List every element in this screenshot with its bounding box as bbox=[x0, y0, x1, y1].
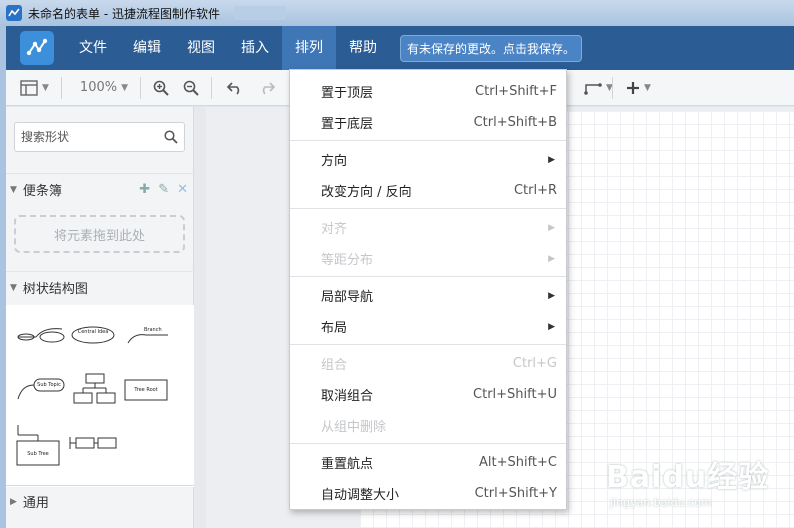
menu-item-remove-from-group: 从组中删除 bbox=[321, 420, 387, 435]
menu-separator bbox=[290, 208, 566, 209]
shape-label: Central Idea bbox=[77, 329, 109, 335]
plus-icon bbox=[627, 82, 639, 94]
zoom-in-icon bbox=[153, 80, 169, 96]
menu-item-reverse[interactable]: 改变方向 / 反向 Ctrl+R bbox=[290, 175, 566, 206]
panel-toggle-button[interactable]: ▼ bbox=[20, 74, 49, 102]
shape-label: Tree Root bbox=[134, 387, 158, 393]
menu-separator bbox=[290, 140, 566, 141]
shape-org-tree[interactable] bbox=[72, 373, 116, 409]
menu-separator bbox=[290, 276, 566, 277]
collapse-triangle-icon: ▶ bbox=[10, 496, 17, 507]
menu-view[interactable]: 视图 bbox=[174, 26, 228, 70]
menu-file[interactable]: 文件 bbox=[66, 26, 120, 70]
shape-label: Sub Tree bbox=[27, 451, 49, 457]
menu-item-layout[interactable]: 布局 ▶ bbox=[290, 311, 566, 342]
shape-mindmap-node[interactable] bbox=[16, 325, 66, 349]
toolbar-divider bbox=[211, 76, 213, 99]
general-panel-title: 通用 bbox=[22, 496, 49, 511]
zoom-select[interactable]: 100% ▼ bbox=[80, 74, 128, 102]
menu-item-autosize[interactable]: 自动调整大小 Ctrl+Shift+Y bbox=[290, 478, 566, 509]
tree-panel-title: 树状结构图 bbox=[22, 282, 88, 297]
shape-horizontal-tree[interactable] bbox=[68, 433, 118, 457]
redo-button[interactable] bbox=[258, 74, 276, 102]
arrange-menu: 置于顶层 Ctrl+Shift+F 置于底层 Ctrl+Shift+B 方向 ▶… bbox=[289, 69, 567, 510]
scratchpad-drop-zone[interactable]: 将元素拖到此处 bbox=[14, 215, 185, 253]
scratchpad-title: 便条簿 bbox=[22, 184, 62, 199]
menu-insert[interactable]: 插入 bbox=[228, 26, 282, 70]
general-panel-header[interactable]: ▶ 通用 bbox=[6, 485, 194, 517]
submenu-arrow-icon: ▶ bbox=[548, 154, 555, 165]
menu-item-distribute: 等距分布 ▶ bbox=[321, 253, 555, 268]
shape-label: Sub Topic bbox=[37, 382, 61, 388]
shape-sub-tree[interactable]: Sub Tree bbox=[16, 423, 60, 471]
menu-item-align: 对齐 ▶ bbox=[321, 222, 555, 237]
menu-item-direction[interactable]: 方向 ▶ bbox=[290, 144, 566, 175]
search-icon[interactable] bbox=[164, 130, 178, 144]
zoom-out-icon bbox=[183, 80, 199, 96]
watermark-url: jingyan.baidu.com bbox=[610, 496, 712, 509]
shape-search-input[interactable] bbox=[21, 130, 161, 144]
title-blur bbox=[233, 6, 286, 20]
menu-arrange[interactable]: 排列 bbox=[282, 26, 336, 70]
watermark-logo-text: Baidu经验 bbox=[606, 460, 770, 495]
menu-item-navigation[interactable]: 局部导航 ▶ bbox=[290, 280, 566, 311]
submenu-arrow-icon: ▶ bbox=[548, 222, 555, 233]
menu-separator bbox=[290, 344, 566, 345]
toolbar-divider bbox=[60, 76, 62, 99]
menu-edit[interactable]: 编辑 bbox=[120, 26, 174, 70]
menu-item-ungroup[interactable]: 取消组合 Ctrl+Shift+U bbox=[290, 379, 566, 410]
submenu-arrow-icon: ▶ bbox=[548, 253, 555, 264]
menu-item-bring-to-front[interactable]: 置于顶层 Ctrl+Shift+F bbox=[290, 76, 566, 107]
shape-tree-root[interactable]: Tree Root bbox=[124, 379, 168, 405]
undo-button[interactable] bbox=[226, 74, 244, 102]
menu-bar: 文件 编辑 视图 插入 排列 帮助 有未保存的更改。点击我保存。 bbox=[6, 26, 794, 70]
zoom-out-button[interactable] bbox=[183, 74, 199, 102]
shape-sub-topic[interactable]: Sub Topic bbox=[16, 377, 66, 405]
chevron-down-icon: ▼ bbox=[42, 82, 49, 93]
toolbar-divider bbox=[612, 77, 613, 99]
close-icon[interactable]: ✕ bbox=[177, 182, 188, 197]
zoom-in-button[interactable] bbox=[153, 74, 169, 102]
shape-branch[interactable]: Branch bbox=[126, 327, 170, 349]
sidebar-splitter[interactable] bbox=[194, 107, 206, 528]
scratchpad-header[interactable]: ▼ 便条簿 ✚ ✎ ✕ bbox=[6, 173, 194, 205]
tree-panel-header[interactable]: ▼ 树状结构图 bbox=[6, 271, 194, 303]
connector-icon bbox=[584, 83, 602, 95]
menu-item-clear-waypoints[interactable]: 重置航点 Alt+Shift+C bbox=[290, 447, 566, 478]
chevron-down-icon: ▼ bbox=[121, 82, 129, 93]
app-logo-icon[interactable] bbox=[20, 31, 54, 65]
menu-item-send-to-back[interactable]: 置于底层 Ctrl+Shift+B bbox=[290, 107, 566, 138]
edit-icon[interactable]: ✎ bbox=[158, 182, 169, 197]
shapes-sidebar: ▼ 便条簿 ✚ ✎ ✕ 将元素拖到此处 ▼ 树状结构图 Central Idea… bbox=[6, 107, 194, 528]
shape-search bbox=[14, 122, 185, 152]
window-titlebar: 未命名的表单 - 迅捷流程图制作软件 bbox=[0, 0, 794, 26]
menu-help[interactable]: 帮助 bbox=[336, 26, 390, 70]
redo-icon bbox=[262, 81, 276, 95]
waypoint-style-button[interactable]: ▼ bbox=[584, 74, 613, 102]
baidu-watermark: Baidu经验 jingyan.baidu.com bbox=[606, 452, 769, 509]
shape-central-idea[interactable]: Central Idea bbox=[70, 325, 116, 349]
app-icon bbox=[6, 5, 22, 21]
undo-icon bbox=[226, 81, 240, 95]
zoom-level: 100% bbox=[79, 80, 118, 95]
toolbar-divider bbox=[140, 76, 142, 99]
chevron-down-icon: ▼ bbox=[644, 83, 651, 93]
expand-triangle-icon: ▼ bbox=[10, 184, 17, 195]
menu-separator bbox=[290, 443, 566, 444]
submenu-arrow-icon: ▶ bbox=[548, 290, 555, 301]
insert-button[interactable]: ▼ bbox=[626, 74, 651, 102]
menu-item-group: 组合 Ctrl+G bbox=[321, 356, 557, 373]
expand-triangle-icon: ▼ bbox=[10, 282, 17, 293]
shape-label: Branch bbox=[144, 327, 162, 333]
window-title: 未命名的表单 - 迅捷流程图制作软件 bbox=[28, 6, 220, 21]
unsaved-changes-button[interactable]: 有未保存的更改。点击我保存。 bbox=[400, 34, 583, 62]
submenu-arrow-icon: ▶ bbox=[548, 321, 555, 332]
layout-panel-icon bbox=[20, 79, 38, 96]
add-icon[interactable]: ✚ bbox=[139, 182, 150, 197]
tree-shapes-palette: Central Idea Branch Sub Topic Tree Root … bbox=[6, 305, 194, 487]
